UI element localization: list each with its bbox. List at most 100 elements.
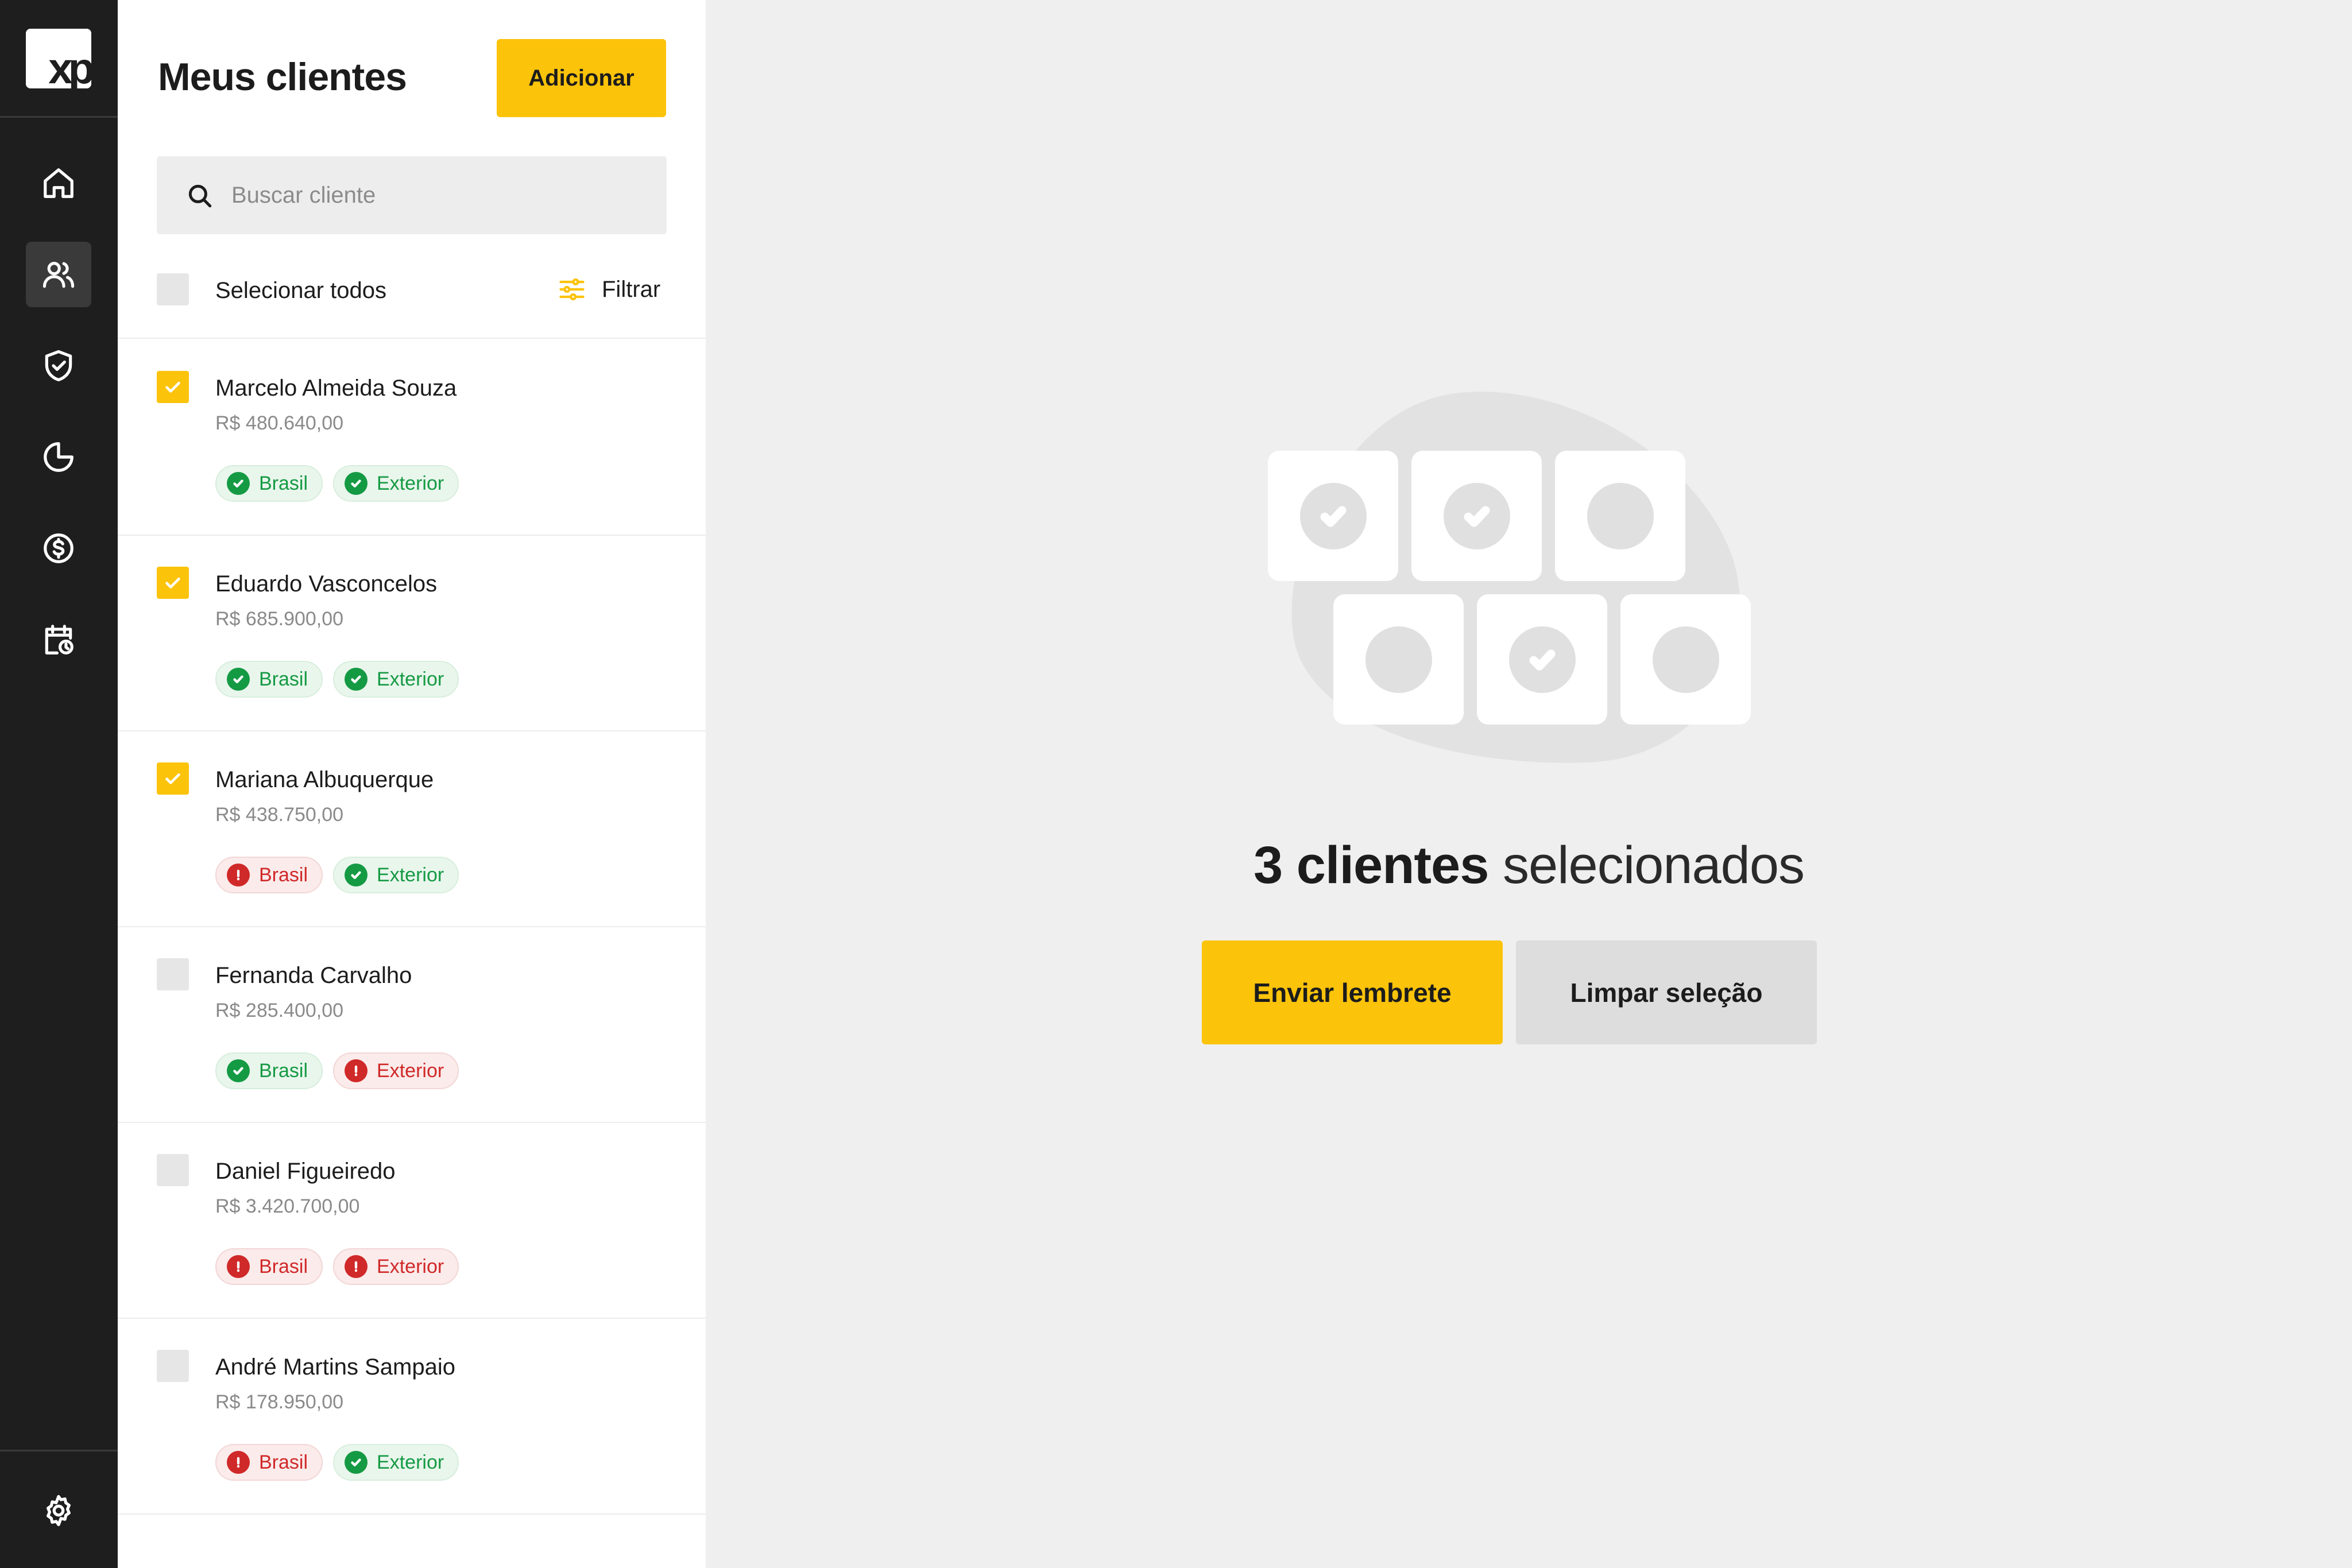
check-circle-icon — [227, 668, 250, 691]
status-badge-ok: Exterior — [333, 661, 459, 698]
nav-clients[interactable] — [26, 242, 91, 307]
select-all-checkbox[interactable] — [157, 273, 189, 305]
filter-button[interactable]: Filtrar — [557, 273, 660, 305]
check-circle-icon — [227, 472, 250, 495]
client-name: Mariana Albuquerque — [215, 767, 434, 792]
client-checkbox[interactable] — [157, 958, 189, 990]
check-circle-icon — [345, 668, 368, 691]
client-name: Fernanda Carvalho — [215, 963, 412, 988]
client-checkbox[interactable] — [157, 567, 189, 599]
status-badge-label: Brasil — [259, 1059, 308, 1082]
status-badge-ok: Exterior — [333, 1444, 459, 1481]
illustration-tile — [1555, 451, 1685, 581]
client-value: R$ 178.950,00 — [215, 1391, 344, 1413]
nav-finance[interactable] — [26, 516, 91, 581]
alert-circle-icon — [345, 1059, 368, 1082]
pie-chart-icon — [44, 442, 74, 472]
status-badge-label: Exterior — [377, 1255, 444, 1277]
app-root: xp Meus clientes Adicionar Buscar client… — [0, 0, 2352, 1568]
alert-circle-icon — [227, 1255, 250, 1278]
client-row[interactable]: André Martins Sampaio R$ 178.950,00 Bras… — [118, 1319, 706, 1515]
client-checkbox[interactable] — [157, 371, 189, 403]
search-box — [157, 156, 667, 234]
client-value: R$ 285.400,00 — [215, 1000, 344, 1021]
empty-circle-icon — [1587, 482, 1654, 549]
nav-reports[interactable] — [26, 424, 91, 490]
home-icon — [44, 168, 74, 198]
client-tags: Brasil Exterior — [215, 1248, 459, 1285]
rail-bottom — [0, 1450, 118, 1568]
client-row[interactable]: Eduardo Vasconcelos R$ 685.900,00 Brasil… — [118, 536, 706, 731]
search-input[interactable] — [231, 156, 651, 234]
status-badge-label: Exterior — [377, 1059, 444, 1082]
check-circle-icon — [345, 864, 368, 886]
alert-icon — [237, 1457, 240, 1468]
status-badge-err: Brasil — [215, 1248, 323, 1285]
status-badge-label: Exterior — [377, 668, 444, 690]
client-checkbox[interactable] — [157, 1154, 189, 1186]
client-row[interactable]: Daniel Figueiredo R$ 3.420.700,00 Brasil… — [118, 1123, 706, 1319]
logo-text: xp — [48, 44, 91, 89]
check-icon — [1320, 506, 1346, 527]
check-icon — [351, 675, 361, 684]
nav-settings[interactable] — [26, 1478, 91, 1543]
alert-circle-icon — [227, 1451, 250, 1474]
users-icon — [42, 262, 75, 288]
logo-area: xp — [0, 0, 118, 118]
client-value: R$ 480.640,00 — [215, 412, 344, 434]
filter-label: Filtrar — [602, 276, 661, 302]
status-badge-label: Brasil — [259, 864, 308, 886]
check-icon — [233, 675, 243, 684]
status-badge-err: Exterior — [333, 1052, 459, 1089]
nav-home[interactable] — [26, 150, 91, 216]
sliders-icon — [559, 278, 585, 301]
status-badge-label: Exterior — [377, 864, 444, 886]
client-row[interactable]: Marcelo Almeida Souza R$ 480.640,00 Bras… — [118, 340, 706, 536]
status-badge-err: Brasil — [215, 1444, 323, 1481]
select-all-label: Selecionar todos — [215, 278, 386, 303]
status-badge-ok: Exterior — [333, 465, 459, 502]
check-circle-icon — [1443, 482, 1510, 549]
status-badge-label: Brasil — [259, 1255, 308, 1277]
alert-icon — [354, 1261, 358, 1272]
search-icon — [188, 184, 212, 208]
send-reminder-button[interactable]: Enviar lembrete — [1202, 940, 1503, 1044]
alert-icon — [354, 1065, 358, 1077]
client-tags: Brasil Exterior — [215, 465, 459, 502]
client-checkbox[interactable] — [157, 762, 189, 795]
client-name: Marcelo Almeida Souza — [215, 375, 457, 401]
check-icon — [1464, 506, 1490, 527]
status-badge-label: Exterior — [377, 472, 444, 494]
status-badge-err: Brasil — [215, 857, 323, 893]
status-badge-ok: Brasil — [215, 661, 323, 698]
check-icon — [351, 871, 361, 880]
status-badge-label: Brasil — [259, 1451, 308, 1473]
check-circle-icon — [1299, 482, 1367, 549]
client-tags: Brasil Exterior — [215, 857, 459, 893]
check-icon — [233, 479, 243, 488]
client-name: Eduardo Vasconcelos — [215, 571, 438, 597]
alert-circle-icon — [345, 1255, 368, 1278]
illustration-tile — [1620, 594, 1751, 725]
check-circle-icon — [345, 1451, 368, 1474]
client-name: Daniel Figueiredo — [215, 1159, 396, 1184]
clear-selection-button[interactable]: Limpar seleção — [1516, 940, 1817, 1044]
nav-schedule[interactable] — [26, 607, 91, 672]
status-badge-ok: Brasil — [215, 465, 323, 502]
client-checkbox[interactable] — [157, 1350, 189, 1382]
check-circle-icon — [227, 1059, 250, 1082]
add-client-button[interactable]: Adicionar — [497, 39, 666, 117]
client-row[interactable]: Mariana Albuquerque R$ 438.750,00 Brasil… — [118, 731, 706, 927]
illustration-tile — [1333, 594, 1464, 725]
gear-icon — [47, 1495, 71, 1527]
client-tags: Brasil Exterior — [215, 1052, 459, 1089]
nav-security[interactable] — [26, 333, 91, 398]
status-badge-label: Exterior — [377, 1451, 444, 1473]
clients-panel: Meus clientes Adicionar Selecionar todos… — [118, 0, 706, 1568]
xp-logo[interactable]: xp — [26, 29, 91, 88]
check-icon — [165, 382, 180, 393]
client-tags: Brasil Exterior — [215, 1444, 459, 1481]
alert-icon — [237, 869, 240, 881]
client-row[interactable]: Fernanda Carvalho R$ 285.400,00 Brasil E… — [118, 927, 706, 1123]
check-icon — [351, 1458, 361, 1467]
